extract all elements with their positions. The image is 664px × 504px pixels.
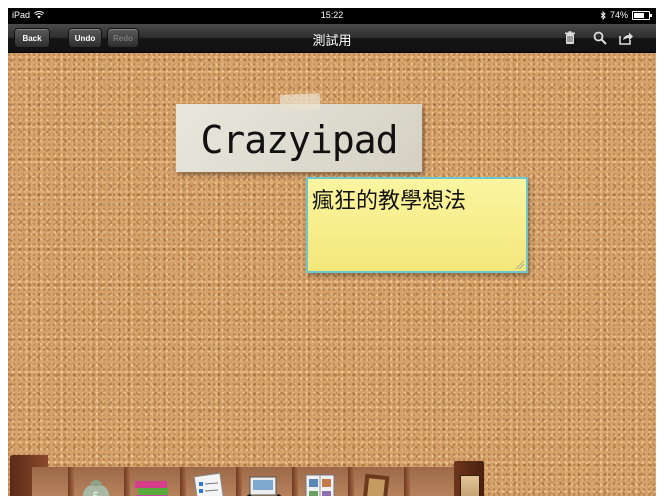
shelf-divider: [124, 467, 130, 496]
books-icon[interactable]: [132, 469, 172, 496]
navigation-bar: Back Undo Redo 測試用: [8, 24, 656, 53]
battery-percent: 74%: [609, 10, 628, 20]
shelf-divider: [348, 467, 354, 496]
svg-text:$: $: [92, 489, 100, 496]
bluetooth-icon: [600, 10, 606, 20]
share-icon[interactable]: [618, 30, 634, 46]
ipad-screen: iPad 15:22 74% Back Undo Redo 測試用 Crazyi…: [8, 8, 656, 496]
search-icon[interactable]: [592, 30, 608, 46]
shelf-divider: [180, 467, 186, 496]
shelf-divider: [292, 467, 298, 496]
tape: [279, 93, 321, 111]
battery-fill: [634, 12, 644, 18]
scanner-icon[interactable]: [244, 469, 284, 496]
shelf-divider: [236, 467, 242, 496]
tool-shelf: $: [8, 453, 488, 496]
title-note-text: Crazyipad: [200, 118, 399, 162]
shelf-divider: [404, 467, 410, 496]
clock: 15:22: [320, 10, 344, 20]
title-note[interactable]: Crazyipad: [176, 93, 422, 172]
shelf-divider: [68, 467, 74, 496]
resize-handle[interactable]: [516, 261, 524, 269]
battery-icon: [632, 10, 652, 20]
drawer-icon: [460, 475, 480, 496]
money-bag-icon[interactable]: $: [76, 469, 116, 496]
to-do-list-icon[interactable]: [188, 469, 228, 496]
drawer-cabinet[interactable]: [454, 461, 484, 496]
frame-icon[interactable]: [356, 469, 396, 496]
photo-album-icon[interactable]: [300, 469, 340, 496]
corkboard[interactable]: Crazyipad 瘋狂的教學想法 $: [8, 53, 656, 496]
sticky-note-text: 瘋狂的教學想法: [312, 188, 467, 213]
status-bar: iPad 15:22 74%: [8, 8, 656, 24]
trash-icon[interactable]: [562, 30, 578, 46]
sticky-note[interactable]: 瘋狂的教學想法: [306, 177, 528, 273]
page-title: 測試用: [312, 33, 352, 48]
